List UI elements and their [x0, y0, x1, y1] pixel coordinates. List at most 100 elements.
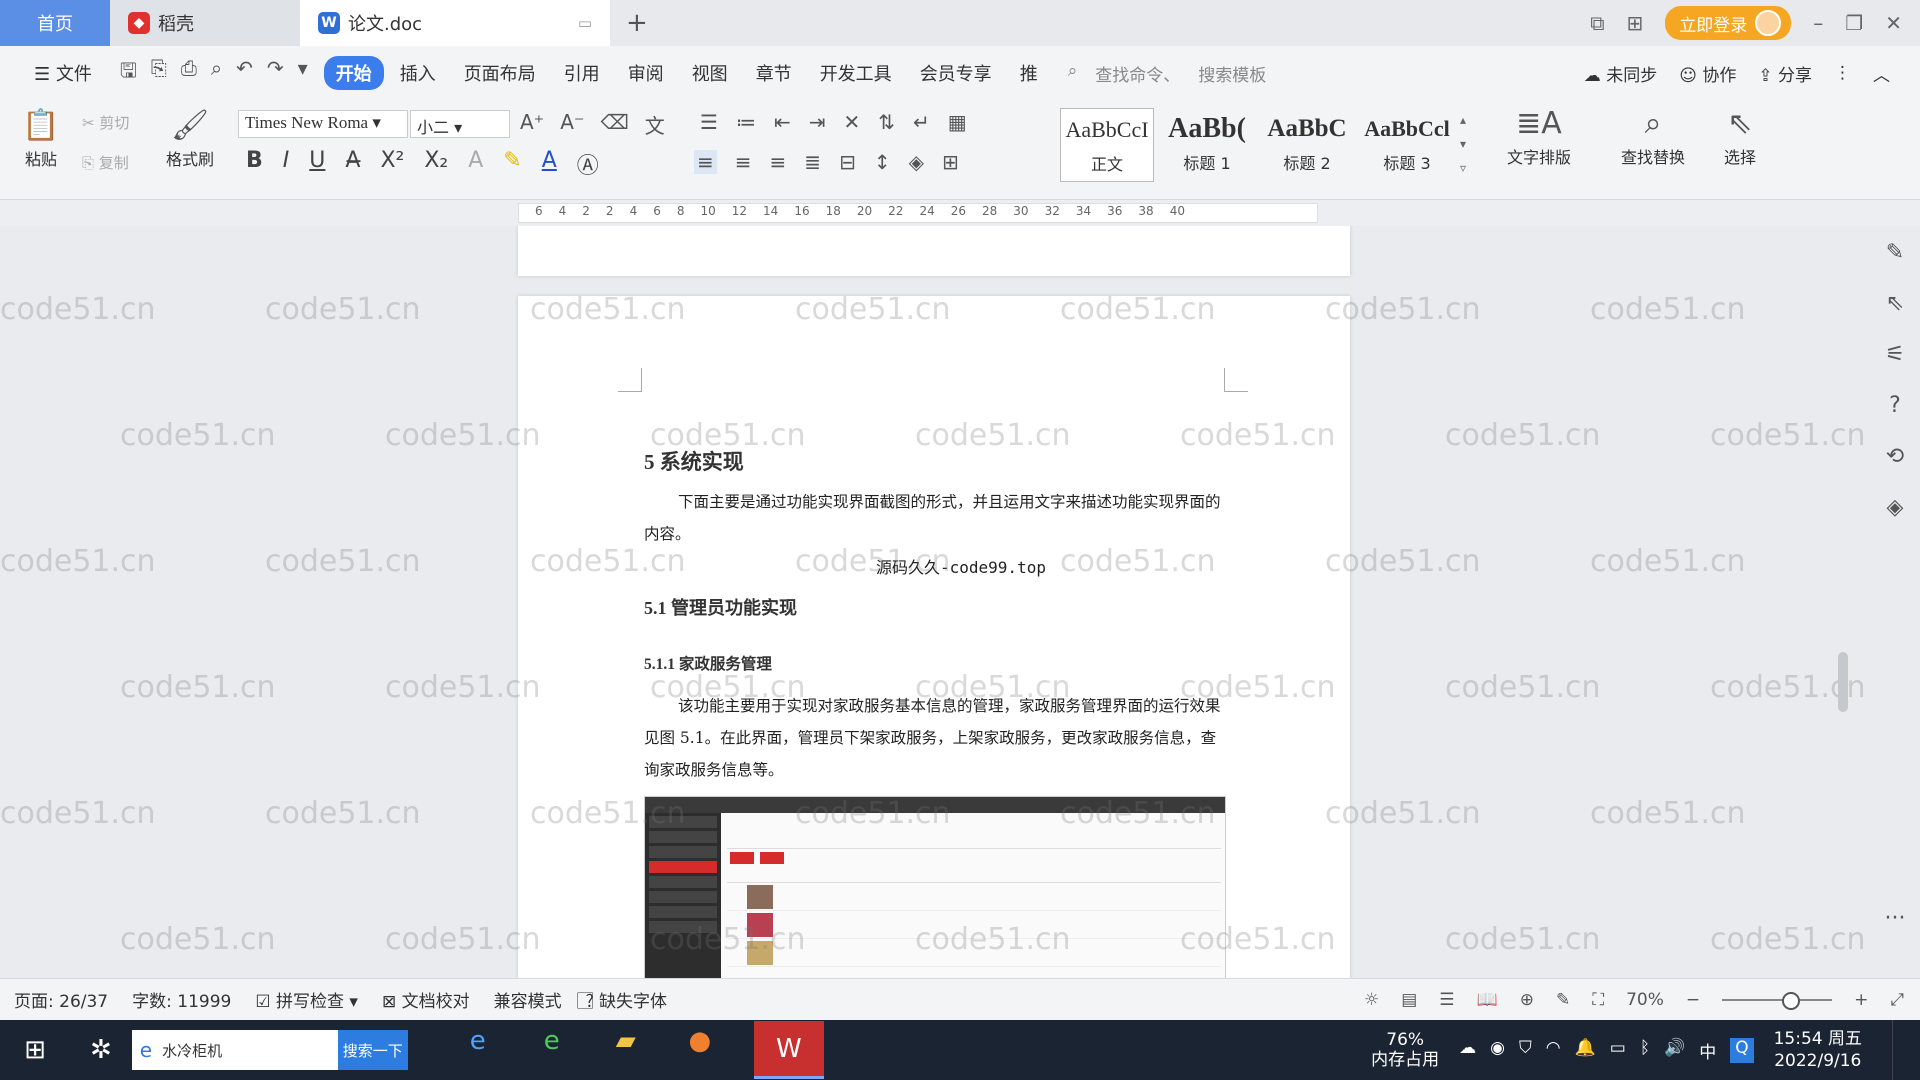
font-name-select[interactable]: Times New Roma ▾ [238, 110, 408, 138]
wifi-icon[interactable]: ◠ [1546, 1038, 1561, 1063]
numbered-list-icon[interactable]: ≔ [736, 110, 756, 134]
text-layout-button[interactable]: ≣A 文字排版 [1494, 104, 1584, 168]
format-painter-button[interactable]: 🖌 格式刷 [160, 106, 220, 170]
minimize-icon[interactable]: – [1813, 11, 1823, 35]
tab-start[interactable]: 开始 [323, 56, 384, 90]
vertical-scrollbar[interactable] [1836, 232, 1850, 972]
tab-references[interactable]: 引用 [552, 56, 612, 90]
qq-icon[interactable]: Q [1730, 1037, 1754, 1063]
tab-recommend[interactable]: 推 [1008, 56, 1050, 90]
folder-icon[interactable]: ▰ [606, 1021, 646, 1061]
file-menu[interactable]: ☰ 文件 [22, 56, 104, 90]
proofread-button[interactable]: ⊠ 文档校对 [382, 987, 470, 1012]
tab-chapter[interactable]: 章节 [744, 56, 804, 90]
outline-view-icon[interactable]: ☰ [1439, 990, 1454, 1010]
zoom-slider[interactable] [1722, 991, 1833, 1010]
decrease-indent-icon[interactable]: ⇤ [774, 110, 791, 134]
page-indicator[interactable]: 页面: 26/37 [14, 987, 108, 1012]
style-heading-3[interactable]: AaBbCcl 标题 3 [1360, 108, 1454, 182]
copy-button[interactable]: ⎘ 复制 [82, 152, 129, 173]
print-preview-icon[interactable]: ⌕ [211, 56, 222, 90]
align-right-icon[interactable]: ≡ [770, 150, 787, 174]
heading-3[interactable]: 5.1.1 家政服务管理 [644, 652, 772, 674]
more-dots-icon[interactable]: ··· [1885, 906, 1906, 931]
close-icon[interactable]: ✕ [1885, 11, 1902, 35]
tab-view[interactable]: 视图 [680, 56, 740, 90]
shading-icon[interactable]: ◈ [909, 150, 924, 174]
bold-icon[interactable]: B [246, 148, 263, 180]
tab-home[interactable]: 首页 [0, 0, 110, 46]
login-button[interactable]: 立即登录 [1665, 6, 1792, 40]
heading-2[interactable]: 5.1 管理员功能实现 [644, 594, 797, 620]
highlight-icon[interactable]: ✎ [503, 148, 521, 180]
write-view-icon[interactable]: ✎ [1556, 990, 1570, 1010]
paragraph-intro[interactable]: 下面主要是通过功能实现界面截图的形式，并且运用文字来描述功能实现界面的内容。 [644, 486, 1226, 550]
eye-protect-icon[interactable]: ☼ [1364, 990, 1379, 1010]
shrink-font-icon[interactable]: A⁻ [560, 110, 584, 139]
cut-button[interactable]: ✂ 剪切 [82, 112, 129, 133]
print-icon[interactable]: ⎙ [181, 56, 197, 90]
align-left-icon[interactable]: ≡ [694, 150, 717, 174]
command-search[interactable]: ⌕ 查找命令、 搜索模板 [1068, 61, 1267, 86]
backup-icon[interactable]: ⟲ [1886, 444, 1904, 469]
borders-icon[interactable]: ⊞ [942, 150, 959, 174]
taskbar-search[interactable]: e 水冷柜机 搜索一下 [131, 1030, 408, 1070]
paste-button[interactable]: 📋 粘贴 [16, 106, 66, 170]
more-quick-icon[interactable]: ▾ [298, 56, 308, 90]
document-area[interactable]: 5 系统实现 下面主要是通过功能实现界面截图的形式，并且运用文字来描述功能实现界… [0, 226, 1920, 978]
undo-icon[interactable]: ↶ [236, 56, 253, 90]
windows-start-icon[interactable]: ⊞ [0, 1035, 70, 1065]
more-icon[interactable]: ⋮ [1834, 63, 1851, 83]
ruler-scale[interactable]: 6 4 2 2 4 6 8 10 12 14 16 18 20 22 24 26 28 30 32 34 36 38 40 [518, 203, 1318, 223]
weather-icon[interactable]: ☁ [1459, 1038, 1476, 1063]
collab-button[interactable]: ☺ 协作 [1679, 61, 1736, 86]
share-button[interactable]: ⇪ 分享 [1758, 61, 1812, 86]
taskbar-search-input[interactable]: 水冷柜机 [152, 1040, 338, 1061]
settings-sliders-icon[interactable]: ⚟ [1885, 342, 1905, 367]
zoom-in-icon[interactable]: + [1854, 990, 1868, 1010]
tab-page-layout[interactable]: 页面布局 [452, 56, 548, 90]
increase-indent-icon[interactable]: ⇥ [809, 110, 826, 134]
word-count[interactable]: 字数: 11999 [132, 987, 231, 1012]
fan-icon[interactable]: ✲ [90, 1035, 112, 1065]
tab-insert[interactable]: 插入 [388, 56, 448, 90]
pointer-icon[interactable]: ⇖ [1886, 291, 1904, 316]
grow-font-icon[interactable]: A⁺ [520, 110, 544, 139]
phonetic-icon[interactable]: 文 [645, 110, 665, 139]
fullscreen-icon[interactable]: ⤢ [1890, 990, 1904, 1010]
previous-page[interactable] [518, 226, 1350, 276]
text-effect-icon[interactable]: A [468, 148, 483, 180]
font-color-icon[interactable]: A [542, 148, 557, 180]
taskbar-search-button[interactable]: 搜索一下 [337, 1030, 408, 1070]
help-icon[interactable]: ? [1889, 393, 1901, 418]
compass-icon[interactable]: ◈ [1887, 495, 1904, 520]
figure-screenshot[interactable] [644, 796, 1226, 978]
show-desktop-button[interactable] [1892, 1020, 1920, 1080]
font-size-select[interactable]: 小二 ▾ [410, 110, 510, 138]
style-normal[interactable]: AaBbCcI 正文 [1060, 108, 1154, 182]
heading-1[interactable]: 5 系统实现 [644, 446, 744, 476]
missing-font-button[interactable]: ?⃞ 缺失字体 [586, 987, 667, 1012]
memory-usage[interactable]: 76% 内存占用 [1371, 1030, 1439, 1070]
sync-button[interactable]: ☁ 未同步 [1584, 61, 1657, 86]
new-tab-button[interactable]: + [610, 0, 664, 46]
style-heading-2[interactable]: AaBbC 标题 2 [1260, 108, 1354, 182]
ime-indicator[interactable]: 中 [1699, 1038, 1716, 1063]
zoom-out-icon[interactable]: − [1686, 990, 1700, 1010]
tab-daoke[interactable]: ◆ 稻壳 [110, 0, 300, 46]
battery-icon[interactable]: ▭ [1610, 1038, 1626, 1063]
tab-document[interactable]: W 论文.doc ▭ [300, 0, 610, 46]
align-center-icon[interactable]: ≡ [735, 150, 752, 174]
strikethrough-icon[interactable]: A̶ [345, 148, 360, 180]
bullet-list-icon[interactable]: ☰ [700, 110, 718, 134]
fit-page-icon[interactable]: ⛶ [1592, 990, 1604, 1010]
scrollbar-thumb[interactable] [1838, 652, 1848, 712]
current-page[interactable]: 5 系统实现 下面主要是通过功能实现界面截图的形式，并且运用文字来描述功能实现界… [518, 296, 1350, 978]
char-border-icon[interactable]: Ⓐ [577, 148, 599, 180]
sort-icon[interactable]: ⇅ [878, 110, 895, 134]
zoom-level[interactable]: 70% [1626, 990, 1664, 1010]
find-replace-button[interactable]: ⌕ 查找替换 [1608, 104, 1698, 168]
export-icon[interactable]: ⎘ [151, 56, 167, 90]
bluetooth-icon[interactable]: ᛒ [1640, 1038, 1650, 1063]
browser-360-icon[interactable]: e [532, 1021, 572, 1061]
